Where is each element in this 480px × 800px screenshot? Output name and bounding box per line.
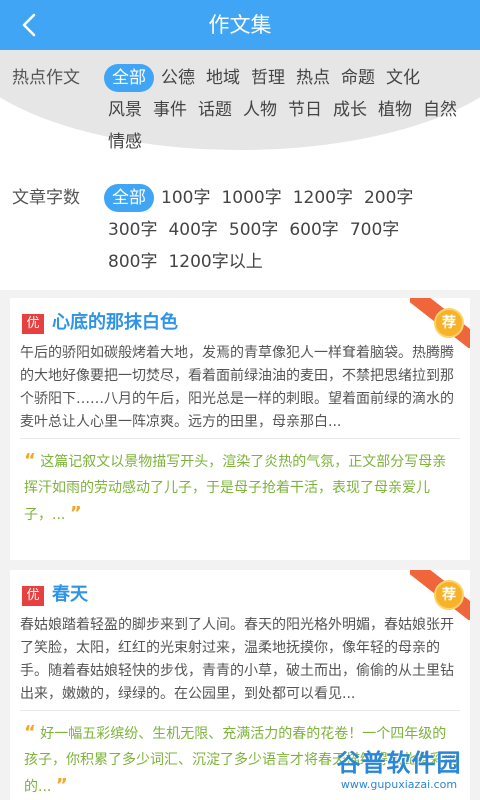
watermark-name: 谷普软件园 — [336, 749, 462, 777]
filter-option[interactable]: 命题 — [337, 64, 379, 92]
watermark-url: www.gupuxiazai.com — [340, 778, 458, 791]
filter-option[interactable]: 300字 — [104, 216, 161, 244]
filter-option[interactable]: 全部 — [104, 184, 154, 212]
filter-option[interactable]: 植物 — [374, 96, 416, 124]
filter-option[interactable]: 成长 — [329, 96, 371, 124]
filter-panel: 热点作文 全部 公德 地域 哲理 热点 命题 文化 风景 事件 话题 人物 节日 成长 植物 自然 情感 文章… — [0, 50, 480, 290]
filter-option[interactable]: 自然 — [419, 96, 461, 124]
recommend-badge-icon: 荐 — [434, 308, 464, 338]
filter-option[interactable]: 公德 — [157, 64, 199, 92]
filter-option[interactable]: 500字 — [225, 216, 282, 244]
filter-option[interactable]: 200字 — [360, 184, 417, 212]
filter-option[interactable]: 全部 — [104, 64, 154, 92]
excellent-tag: 优 — [22, 314, 44, 334]
filter-option[interactable]: 人物 — [239, 96, 281, 124]
app-header: 作文集 — [0, 0, 480, 50]
filter-option[interactable]: 600字 — [285, 216, 342, 244]
article-title[interactable]: 春天 — [52, 580, 88, 610]
filter-option[interactable]: 事件 — [149, 96, 191, 124]
close-quote-icon: ” — [69, 503, 82, 524]
excellent-tag: 优 — [22, 586, 44, 606]
filter-option[interactable]: 1200字 — [289, 184, 357, 212]
filter-label-word-count: 文章字数 — [12, 188, 80, 208]
filter-option[interactable]: 700字 — [346, 216, 403, 244]
open-quote-icon: “ — [24, 450, 36, 471]
filter-label-hot-topics: 热点作文 — [12, 68, 80, 88]
filter-option[interactable]: 400字 — [164, 216, 221, 244]
filter-option[interactable]: 哲理 — [247, 64, 289, 92]
filter-option[interactable]: 文化 — [382, 64, 424, 92]
comment-text: 这篇记叙文以景物描写开头，渲染了炎热的气氛，正文部分写母亲挥汗如雨的劳动感动了儿… — [24, 454, 447, 523]
article-title[interactable]: 心底的那抹白色 — [52, 308, 178, 338]
card-divider — [20, 438, 460, 439]
open-quote-icon: “ — [24, 722, 36, 743]
card-divider — [20, 710, 460, 711]
page-title: 作文集 — [208, 13, 272, 37]
site-watermark: 谷普软件园 www.gupuxiazai.com — [324, 748, 474, 796]
recommend-ribbon: 荐 — [410, 298, 470, 348]
filter-options-hot-topics: 全部 公德 地域 哲理 热点 命题 文化风景 事件 话题 人物 节日 成长 植物 自然情感 — [104, 64, 464, 160]
recommend-ribbon: 荐 — [410, 570, 470, 620]
filter-option[interactable]: 100字 — [157, 184, 214, 212]
filter-option[interactable]: 热点 — [292, 64, 334, 92]
close-quote-icon: ” — [55, 775, 68, 796]
filter-option[interactable]: 800字 — [104, 248, 161, 276]
filter-option[interactable]: 地域 — [202, 64, 244, 92]
article-card[interactable]: 优 心底的那抹白色 荐 午后的骄阳如碳般烤着大地，发焉的青草像犯人一样耷着脑袋。… — [10, 298, 470, 560]
filter-option[interactable]: 话题 — [194, 96, 236, 124]
filter-option[interactable]: 情感 — [104, 128, 146, 156]
filter-option[interactable]: 节日 — [284, 96, 326, 124]
filter-option[interactable]: 1000字 — [217, 184, 285, 212]
filter-option[interactable]: 1200字以上 — [164, 248, 266, 276]
recommend-badge-icon: 荐 — [434, 580, 464, 610]
teacher-comment: “ 这篇记叙文以景物描写开头，渲染了炎热的气氛，正文部分写母亲挥汗如雨的劳动感动… — [24, 448, 460, 528]
article-excerpt: 春姑娘踏着轻盈的脚步来到了人间。春天的阳光格外明媚，春姑娘张开了笑脸，太阳，红红… — [20, 617, 454, 702]
filter-options-word-count: 全部 100字 1000字 1200字 200字 300字 400字 500字 600字 700字… — [104, 184, 464, 280]
filter-option[interactable]: 风景 — [104, 96, 146, 124]
article-excerpt: 午后的骄阳如碳般烤着大地，发焉的青草像犯人一样耷着脑袋。热腾腾的大地好像要把一切… — [20, 345, 454, 430]
